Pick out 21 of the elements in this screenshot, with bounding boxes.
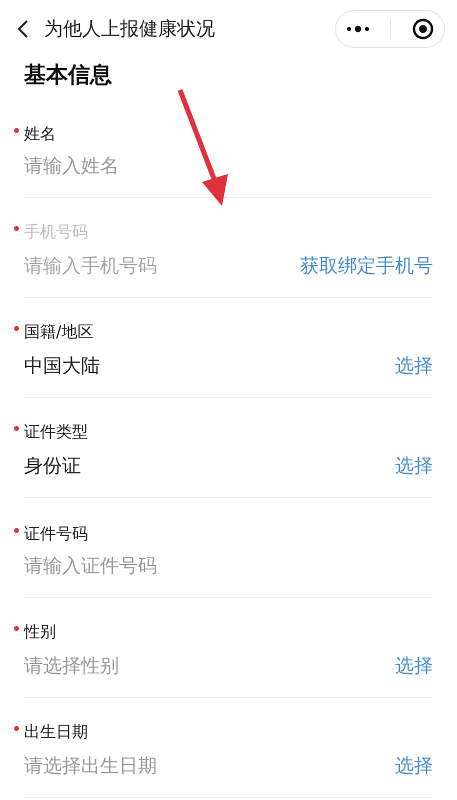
more-icon[interactable] (346, 25, 370, 33)
field-label: 手机号码 (24, 222, 88, 243)
select-link[interactable]: 选择 (395, 453, 433, 479)
page-title: 为他人上报健康状况 (44, 17, 216, 42)
input-field[interactable]: 请输入姓名 (24, 155, 264, 177)
input-field[interactable]: 请选择性别 (24, 655, 264, 677)
back-icon[interactable] (16, 19, 30, 39)
section-title: 基本信息 (23, 62, 113, 90)
select-link[interactable]: 选择 (395, 753, 433, 779)
field-label: 国籍/地区 (24, 322, 94, 343)
select-link[interactable]: 选择 (395, 353, 433, 379)
field-label: 出生日期 (24, 722, 88, 743)
input-field[interactable]: 请输入证件号码 (24, 555, 264, 577)
select-link[interactable]: 选择 (395, 653, 433, 679)
input-field[interactable]: 中国大陆 (24, 355, 264, 377)
field-label: 证件类型 (24, 422, 88, 443)
input-field[interactable]: 身份证 (24, 455, 264, 477)
field-label: 证件号码 (24, 524, 88, 545)
input-field[interactable]: 请选择出生日期 (24, 755, 264, 777)
field-label: 姓名 (24, 124, 56, 145)
field-label: 性别 (24, 622, 56, 643)
